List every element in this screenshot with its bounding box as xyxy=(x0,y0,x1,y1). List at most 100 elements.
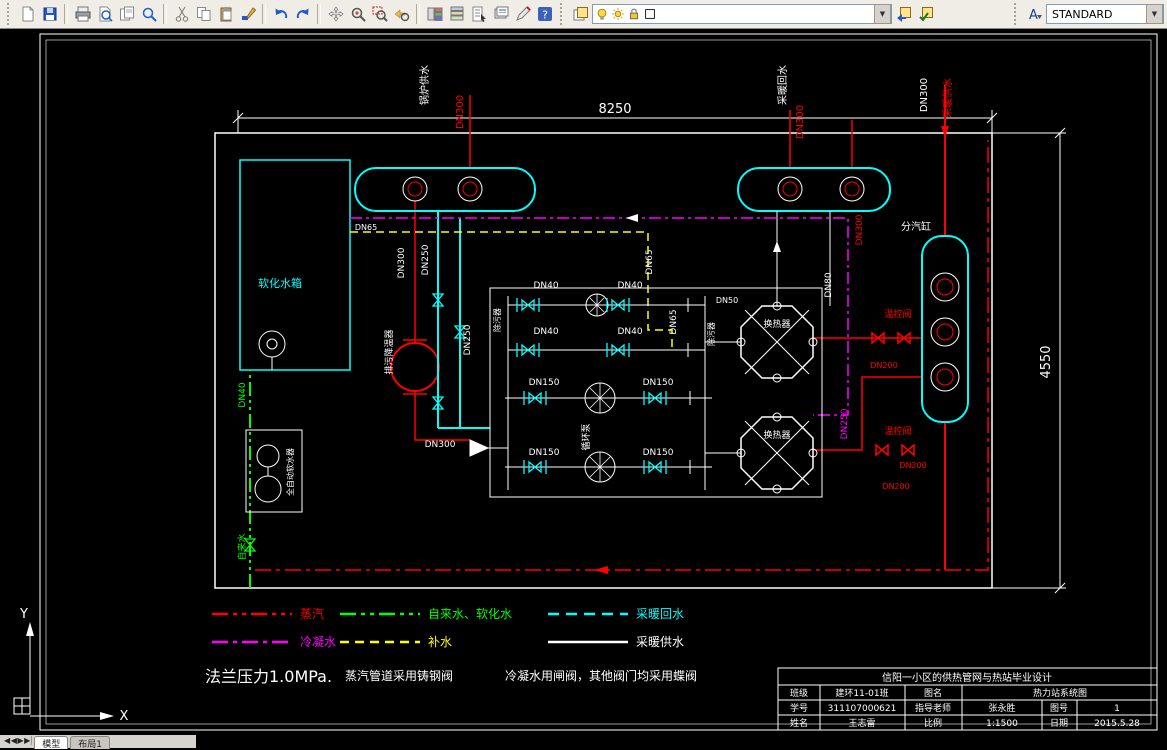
axis-x-label: X xyxy=(120,709,129,724)
tab-model[interactable]: 模型 xyxy=(34,736,69,750)
zoom-realtime-button[interactable] xyxy=(347,4,368,25)
copy-button[interactable] xyxy=(193,4,214,25)
class-label: 班级 xyxy=(790,687,808,699)
copy-icon xyxy=(196,7,210,21)
title-block-title: 信阳一小区的供热管网与热站毕业设计 xyxy=(882,671,1052,684)
date-label: 日期 xyxy=(1050,718,1068,729)
drawing-label: DN300 xyxy=(425,440,456,450)
help-button[interactable]: ? xyxy=(534,4,555,25)
help-icon: ? xyxy=(537,7,552,22)
text-style-combo[interactable]: STANDARD ▼ xyxy=(1046,4,1164,24)
matchprop-icon xyxy=(241,7,256,20)
layer-properties-button[interactable] xyxy=(570,4,591,25)
tab-nav-buttons[interactable]: ◀ ◀ ▶ ▶ xyxy=(2,736,33,745)
drawing-label: 排污降温器 xyxy=(383,329,395,374)
layer-combo[interactable]: ▼ xyxy=(592,4,892,24)
save-button[interactable] xyxy=(39,4,60,25)
tab-layout1[interactable]: 布局1 xyxy=(70,736,110,750)
drawing-label: DN300 xyxy=(397,247,407,278)
drawing-label: DN150 xyxy=(643,378,674,388)
pan-button[interactable] xyxy=(325,4,346,25)
layer-combo-dropdown-arrow-icon[interactable]: ▼ xyxy=(874,4,891,24)
floppy-icon xyxy=(43,7,56,21)
drawing-label: DN250 xyxy=(463,324,473,355)
toolbar-grip[interactable] xyxy=(560,3,565,25)
drawing-label: 换热器 xyxy=(763,318,790,330)
layerstate-icon xyxy=(918,7,933,22)
undo-button[interactable] xyxy=(270,4,291,25)
drawing-label: DN40 xyxy=(533,281,558,291)
new-file-button[interactable] xyxy=(17,4,38,25)
tool-palettes-button[interactable] xyxy=(446,4,467,25)
drawing-label: DN200 xyxy=(899,461,926,470)
tank-outlet xyxy=(258,330,286,370)
layerprev-icon xyxy=(896,7,911,22)
plot-icon xyxy=(75,6,90,22)
designcenter-button[interactable] xyxy=(424,4,445,25)
layer-lock-icon xyxy=(630,8,638,20)
drawing-label: DN65 xyxy=(355,223,377,232)
ucs-icon xyxy=(13,622,114,720)
drawing-label: DN65 xyxy=(645,249,655,274)
drawing-label: DN40 xyxy=(617,281,642,291)
drawing-label: 换热器 xyxy=(763,429,790,441)
layer-previous-button[interactable] xyxy=(893,4,914,25)
drawing-label: 自来水 xyxy=(236,533,248,560)
plot-button[interactable] xyxy=(72,4,93,25)
paper-border xyxy=(39,33,1158,731)
drawing-label: 分汽缸 xyxy=(901,220,931,233)
layer-thaw-icon xyxy=(611,7,625,21)
drawing-canvas[interactable]: 8250 4550 信阳一小区的供热管网与热站毕业设计 班级 建环11-01班 … xyxy=(0,0,1167,747)
dim-width: 8250 xyxy=(598,102,631,117)
properties-button[interactable] xyxy=(468,4,489,25)
drawing-label: 软化水箱 xyxy=(258,276,302,290)
zoom-window-button[interactable] xyxy=(369,4,390,25)
class-value: 建环11-01班 xyxy=(835,687,888,699)
scale-value: 1:1500 xyxy=(986,719,1018,729)
pan-icon xyxy=(328,6,343,22)
redo-button[interactable] xyxy=(292,4,313,25)
search-button[interactable] xyxy=(138,4,159,25)
text-style-dropdown-arrow-icon[interactable]: ▼ xyxy=(1146,4,1163,24)
svg-text:A: A xyxy=(1029,8,1038,22)
props-icon xyxy=(472,6,486,22)
note-steam-valves: 蒸汽管道采用铸钢阀 xyxy=(345,668,453,683)
cut-button[interactable] xyxy=(171,4,192,25)
return-piping xyxy=(239,159,969,429)
drawing-label: 全自动软水器 xyxy=(285,448,295,496)
pipe-labels: 锅炉供水 DN300 采暖回水 DN300 DN300 采暖供水 DN300 分汽缸软化水箱 D… xyxy=(236,65,954,561)
zoomprev-icon xyxy=(394,9,409,22)
match-properties-button[interactable] xyxy=(237,4,258,25)
search-icon xyxy=(142,7,157,22)
drawing-label: DN40 xyxy=(238,382,248,407)
toolbar-separator xyxy=(262,4,266,24)
drawing-label: 除污器 xyxy=(492,308,502,332)
undo-icon xyxy=(275,8,287,19)
skid-flanges xyxy=(687,297,691,475)
publish-button[interactable] xyxy=(116,4,137,25)
drawing-label: DN150 xyxy=(529,448,560,458)
drawing-label: DN300 xyxy=(919,78,930,112)
text-style-combo-value: STANDARD xyxy=(1052,7,1113,21)
drawing-label: DN150 xyxy=(643,448,674,458)
layer-states-button[interactable] xyxy=(915,4,936,25)
drawing-label: DN200 xyxy=(870,361,897,370)
drawing-label: DN65 xyxy=(669,309,679,334)
toolbar-grip[interactable] xyxy=(7,3,12,25)
drawing-label: DN80 xyxy=(824,272,834,297)
toolbar-grip[interactable] xyxy=(1014,3,1019,25)
legend-label: 补水 xyxy=(428,635,452,649)
sheetset-manager-button[interactable] xyxy=(490,4,511,25)
text-style-button[interactable]: A xyxy=(1024,4,1045,25)
plot-preview-button[interactable] xyxy=(94,4,115,25)
markup-button[interactable] xyxy=(512,4,533,25)
legend-label: 冷凝水 xyxy=(300,634,336,649)
zoom-previous-button[interactable] xyxy=(391,4,412,25)
drawing-label: 温控阀 xyxy=(884,308,911,320)
drawing-name-value: 热力站系统图 xyxy=(1033,687,1087,699)
paste-button[interactable] xyxy=(215,4,236,25)
drawing-label: DN300 xyxy=(455,95,466,129)
autocad-window: { "toolbar": { "items": [ {"t":"grip"}, … xyxy=(0,0,1167,750)
toolbar: ? ▼ A STANDARD ▼ xyxy=(0,0,1167,29)
preview-icon xyxy=(99,6,113,22)
